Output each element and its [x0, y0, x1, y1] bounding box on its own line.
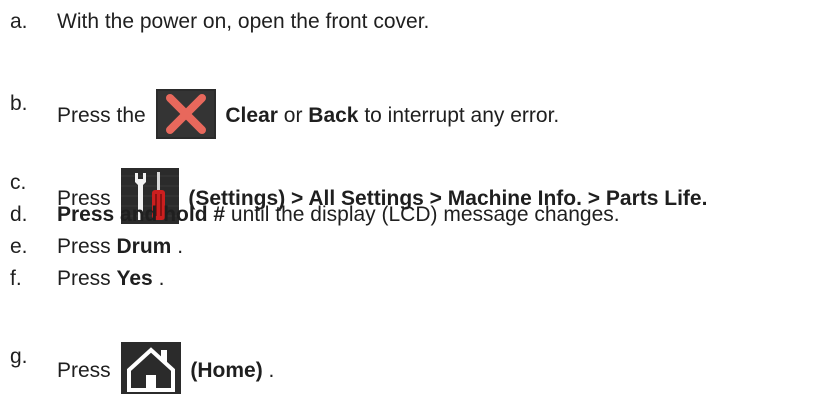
step-marker: f. — [10, 267, 22, 290]
step-e-text-1: Press — [57, 235, 117, 258]
step-f: f. Press Yes . — [0, 264, 815, 294]
drum-label: Drum — [116, 235, 172, 258]
step-f-text-1: Press — [57, 267, 117, 290]
step-text: Press Drum . — [57, 232, 183, 262]
step-b: b. Press the Clear or Back to interrupt … — [0, 89, 815, 139]
step-c: c. Press (Settings) > All Settings > Mac… — [0, 168, 815, 224]
clear-label: Clear — [225, 104, 278, 127]
step-e-text-2: . — [177, 235, 184, 258]
step-text: Press the Clear or Back to interrupt any… — [57, 89, 560, 139]
clear-icon — [155, 89, 216, 139]
step-marker: c. — [10, 171, 27, 194]
home-label: (Home) — [190, 359, 263, 382]
step-d-text: until the display (LCD) message changes. — [230, 203, 620, 226]
yes-label: Yes — [116, 267, 153, 290]
step-d: d. Press and hold # until the display (L… — [0, 200, 815, 230]
step-text: Press (Home) . — [57, 342, 275, 394]
step-text: Press Yes . — [57, 264, 164, 294]
step-g-text-2: . — [268, 359, 275, 382]
step-marker: b. — [10, 92, 28, 115]
step-a: a. With the power on, open the front cov… — [0, 7, 815, 37]
step-marker: a. — [10, 10, 28, 33]
step-a-text: With the power on, open the front cover. — [57, 10, 430, 33]
home-icon — [120, 342, 181, 394]
step-b-text-1: Press the — [57, 104, 152, 127]
instruction-list: a. With the power on, open the front cov… — [0, 0, 815, 394]
step-text: With the power on, open the front cover. — [57, 7, 429, 37]
step-marker: d. — [10, 203, 28, 226]
step-marker: e. — [10, 235, 28, 258]
step-g-text-1: Press — [57, 359, 117, 382]
press-hold-label: Press and hold # — [57, 203, 226, 226]
back-label: Back — [308, 104, 359, 127]
step-marker: g. — [10, 345, 28, 368]
step-g: g. Press (Home) . — [0, 342, 815, 394]
step-b-text-3: to interrupt any error. — [364, 104, 560, 127]
step-b-text-2: or — [283, 104, 309, 127]
step-f-text-2: . — [158, 267, 165, 290]
step-e: e. Press Drum . — [0, 232, 815, 262]
step-text: Press and hold # until the display (LCD)… — [57, 200, 620, 230]
